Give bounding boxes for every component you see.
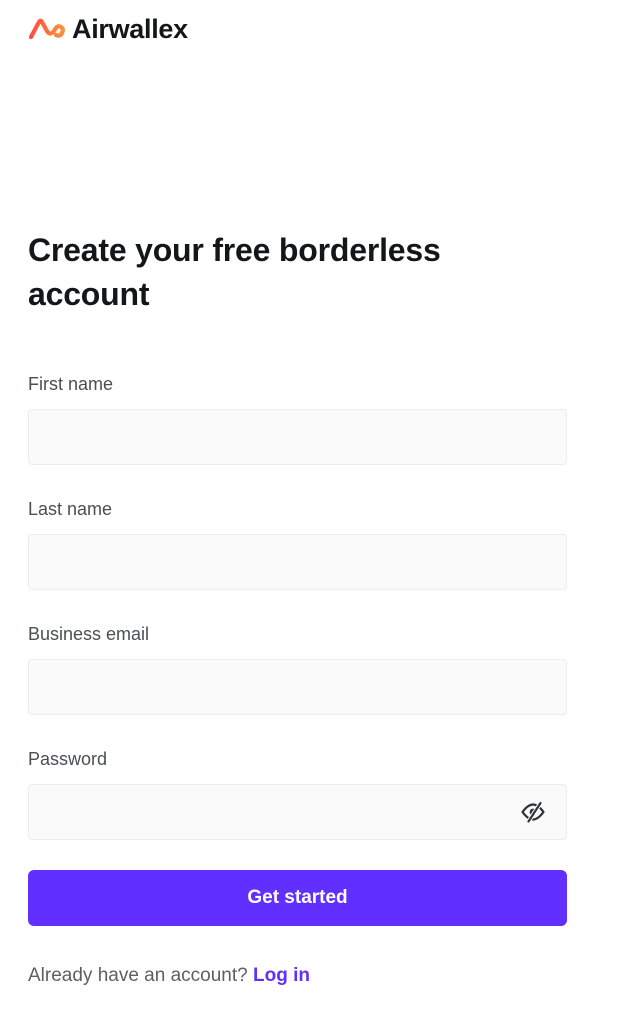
business-email-input-box[interactable] [28, 659, 567, 715]
last-name-input-box[interactable] [28, 534, 567, 590]
password-input[interactable] [29, 785, 566, 839]
password-input-box[interactable] [28, 784, 567, 840]
signup-page: Airwallex Create your free borderless ac… [0, 0, 620, 1024]
last-name-label: Last name [28, 499, 113, 519]
business-email-input[interactable] [29, 660, 566, 714]
password-label: Password [28, 749, 108, 769]
business-email-field: Business email [28, 623, 567, 715]
first-name-label: First name [28, 374, 114, 394]
business-email-label: Business email [28, 624, 150, 644]
last-name-input[interactable] [29, 535, 566, 589]
page-title: Create your free borderless account [28, 232, 441, 312]
login-prompt: Already have an account? Log in [28, 963, 310, 989]
last-name-field: Last name [28, 498, 567, 590]
password-field: Password [28, 748, 567, 840]
log-in-link[interactable]: Log in [253, 965, 310, 986]
first-name-field: First name [28, 373, 567, 465]
eye-slash-icon[interactable] [520, 801, 546, 823]
get-started-button[interactable]: Get started [28, 870, 567, 926]
first-name-input-box[interactable] [28, 409, 567, 465]
login-prompt-text: Already have an account? [28, 965, 248, 986]
airwallex-logo-icon [28, 18, 65, 40]
brand-header[interactable]: Airwallex [28, 14, 188, 44]
brand-name: Airwallex [72, 14, 188, 44]
first-name-input[interactable] [29, 410, 566, 464]
